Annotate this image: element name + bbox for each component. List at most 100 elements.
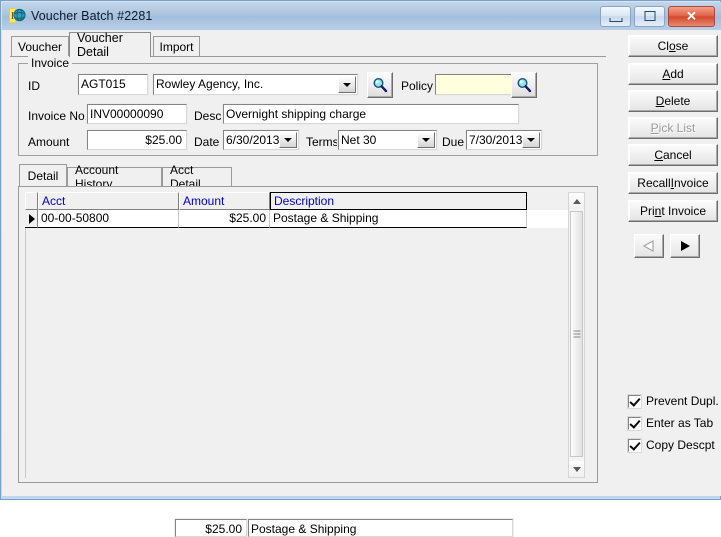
scroll-down-button[interactable] bbox=[569, 461, 584, 477]
invoice-no-input[interactable]: INV00000090 bbox=[86, 103, 188, 125]
cancel-accel: C bbox=[654, 148, 663, 162]
table-row[interactable]: 00-00-50800 $25.00 Postage & Shipping bbox=[25, 210, 568, 228]
print-invoice-pre: Pri bbox=[639, 204, 655, 218]
chevron-down-icon[interactable] bbox=[338, 76, 356, 93]
tab-voucher-detail[interactable]: Voucher Detail bbox=[69, 31, 151, 59]
close-action-pre: Cl bbox=[657, 39, 669, 53]
add-accel: A bbox=[662, 67, 671, 81]
agency-combo-value: Rowley Agency, Inc. bbox=[156, 77, 264, 91]
minimize-icon bbox=[609, 17, 622, 22]
terms-value: Net 30 bbox=[341, 133, 377, 147]
pick-list-accel: P bbox=[650, 121, 659, 135]
inner-tab-acct-detail[interactable]: Acct Detail bbox=[162, 163, 232, 191]
recall-invoice-button[interactable]: Recall Invoice bbox=[628, 172, 718, 194]
footer-amount-field[interactable]: $25.00 bbox=[174, 518, 248, 537]
grid-header-row: Acct Amount Description bbox=[25, 192, 568, 210]
due-label: Due bbox=[442, 135, 465, 149]
maximize-button[interactable] bbox=[634, 5, 665, 27]
grid-viewport: Acct Amount Description 00-00-50800 $25.… bbox=[25, 192, 568, 478]
magnifier-icon bbox=[373, 77, 388, 93]
print-invoice-accel: n bbox=[654, 204, 662, 218]
id-label: ID bbox=[28, 79, 40, 93]
checkbox-prevent-dupl-box[interactable] bbox=[627, 393, 642, 409]
detail-grid-panel: Acct Amount Description 00-00-50800 $25.… bbox=[18, 186, 598, 483]
tab-voucher-label: Voucher bbox=[17, 39, 63, 54]
close-action-post: se bbox=[675, 39, 689, 53]
add-button[interactable]: Add bbox=[628, 63, 718, 85]
close-icon: ✕ bbox=[686, 8, 697, 24]
cell-acct[interactable]: 00-00-50800 bbox=[38, 210, 179, 228]
chevron-down-icon[interactable] bbox=[522, 132, 540, 148]
close-button[interactable]: ✕ bbox=[668, 5, 715, 27]
cell-description[interactable]: Postage & Shipping bbox=[270, 210, 527, 228]
delete-accel: D bbox=[655, 94, 665, 108]
checkbox-copy-descpt[interactable]: Copy Descpt bbox=[627, 437, 715, 453]
minimize-button[interactable] bbox=[600, 5, 631, 27]
grid-column-header-description[interactable]: Description bbox=[270, 192, 527, 210]
close-action-button[interactable]: Cl o se bbox=[628, 35, 718, 57]
tab-import-label: Import bbox=[159, 39, 194, 54]
agency-search-button[interactable] bbox=[367, 72, 393, 98]
window-title: Voucher Batch #2281 bbox=[31, 9, 153, 23]
due-date-picker[interactable]: 7/30/2013 bbox=[465, 129, 543, 151]
next-record-button[interactable] bbox=[670, 234, 700, 258]
date-picker[interactable]: 6/30/2013 bbox=[222, 129, 300, 151]
grid-column-header-acct[interactable]: Acct bbox=[38, 192, 179, 210]
policy-search-button[interactable] bbox=[511, 72, 537, 98]
terms-label: Terms bbox=[306, 135, 339, 149]
chevron-down-icon[interactable] bbox=[417, 132, 435, 148]
grid-empty-area bbox=[25, 228, 568, 478]
grid-column-header-amount[interactable]: Amount bbox=[179, 192, 270, 210]
tab-voucher-detail-label: Voucher Detail bbox=[77, 31, 123, 59]
checkbox-enter-as-tab[interactable]: Enter as Tab bbox=[627, 415, 714, 431]
action-button-panel: Cl o se Add Delete Pick List Cancel Recall… bbox=[614, 30, 721, 496]
recall-invoice-post: nvoice bbox=[674, 176, 709, 190]
invoice-globe-icon: I bbox=[8, 7, 26, 25]
terms-combo[interactable]: Net 30 bbox=[337, 129, 438, 151]
desc-input[interactable]: Overnight shipping charge bbox=[222, 103, 520, 125]
amount-input[interactable]: $25.00 bbox=[86, 129, 188, 151]
inner-tab-detail-label: Detail bbox=[27, 168, 59, 183]
checkbox-prevent-dupl-label: Prevent Dupl. bbox=[646, 394, 719, 408]
scroll-up-button[interactable] bbox=[569, 193, 584, 209]
add-post: dd bbox=[670, 67, 684, 81]
checkbox-copy-descpt-label: Copy Descpt bbox=[646, 438, 715, 452]
application-window: I Voucher Batch #2281 ✕ Voucher Voucher … bbox=[0, 0, 721, 537]
client-area: Voucher Voucher Detail Import Invoice ID… bbox=[2, 30, 721, 537]
date-label: Date bbox=[194, 135, 220, 149]
triangle-up-icon bbox=[572, 198, 581, 204]
policy-input[interactable] bbox=[434, 73, 514, 96]
chevron-down-icon[interactable] bbox=[279, 132, 297, 148]
agency-combo[interactable]: Rowley Agency, Inc. bbox=[152, 73, 359, 96]
scrollbar-thumb[interactable] bbox=[570, 211, 583, 457]
tab-panel-voucher-detail: Invoice ID AGT015 Rowley Agency, Inc. Po… bbox=[10, 56, 606, 537]
tab-voucher[interactable]: Voucher bbox=[11, 36, 69, 56]
print-invoice-button[interactable]: Pri n t Invoice bbox=[628, 200, 718, 222]
due-date-value: 7/30/2013 bbox=[469, 133, 523, 147]
cell-amount[interactable]: $25.00 bbox=[179, 210, 270, 228]
title-bar[interactable]: I Voucher Batch #2281 ✕ bbox=[2, 2, 721, 30]
triangle-right-icon bbox=[681, 241, 690, 251]
delete-post: elete bbox=[664, 94, 691, 108]
inner-tab-account-history[interactable]: Account History bbox=[67, 163, 162, 191]
grid-vertical-scrollbar[interactable] bbox=[568, 192, 585, 478]
delete-button[interactable]: Delete bbox=[628, 90, 718, 112]
tab-import[interactable]: Import bbox=[153, 36, 200, 56]
footer-description-field[interactable]: Postage & Shipping bbox=[247, 518, 514, 537]
invoice-no-label: Invoice No. bbox=[28, 109, 89, 123]
checkbox-prevent-dupl[interactable]: Prevent Dupl. bbox=[627, 393, 719, 409]
pick-list-post: ick List bbox=[658, 121, 696, 135]
inner-tab-detail[interactable]: Detail bbox=[19, 164, 67, 186]
detail-grid[interactable]: Acct Amount Description 00-00-50800 $25.… bbox=[25, 192, 585, 478]
recall-invoice-pre: Recall bbox=[637, 176, 671, 190]
cancel-button[interactable]: Cancel bbox=[628, 144, 718, 166]
triangle-down-icon bbox=[572, 466, 581, 472]
checkbox-copy-descpt-box[interactable] bbox=[627, 437, 642, 453]
checkbox-enter-as-tab-box[interactable] bbox=[627, 415, 642, 431]
maximize-icon bbox=[644, 11, 655, 21]
id-input[interactable]: AGT015 bbox=[77, 73, 149, 96]
cancel-post: ancel bbox=[662, 148, 692, 162]
previous-record-button bbox=[634, 234, 664, 258]
invoice-group-label: Invoice bbox=[28, 56, 73, 70]
checkbox-enter-as-tab-label: Enter as Tab bbox=[646, 416, 714, 430]
